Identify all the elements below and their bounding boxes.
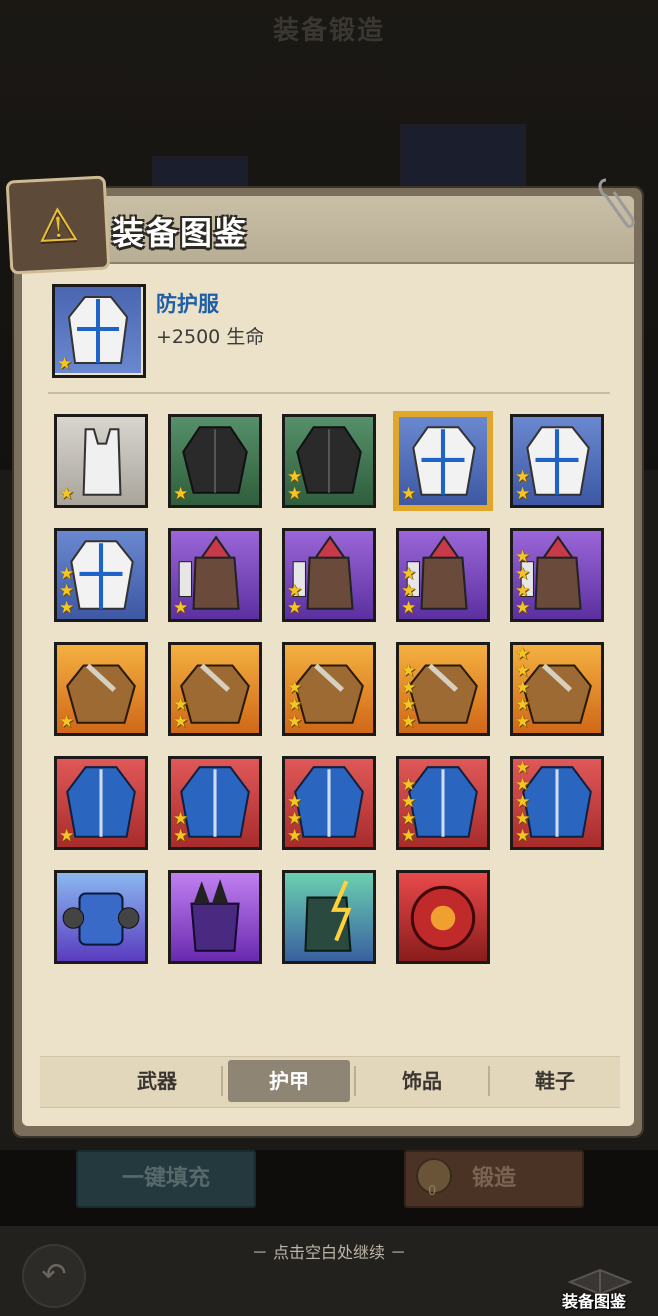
star-icon: ★ xyxy=(287,484,303,504)
star-rating: ★ ★ ★ xyxy=(287,794,302,845)
spiked-armor-icon xyxy=(190,879,240,952)
armor-item[interactable]: ★ xyxy=(168,528,262,622)
armor-item[interactable]: ★ ★ ★ xyxy=(54,528,148,622)
star-icon: ★ xyxy=(173,484,189,504)
armor-item[interactable]: ★ xyxy=(54,642,148,736)
armor-item[interactable]: ★ xyxy=(168,414,262,508)
back-arrow-icon[interactable]: ↶ xyxy=(22,1244,86,1308)
armor-item[interactable]: ★ ★ xyxy=(282,414,376,508)
tab-separator xyxy=(488,1066,490,1096)
tab-shoes[interactable]: 鞋子 xyxy=(494,1060,616,1102)
star-icon: ★ xyxy=(59,826,75,846)
star-rating: ★ ★ ★ ★ xyxy=(515,549,530,617)
star-rating: ★ xyxy=(57,356,72,373)
star-icon: ★ xyxy=(515,826,531,846)
armor-item[interactable]: ★ ★ ★ ★ xyxy=(396,756,490,850)
star-rating: ★ ★ xyxy=(173,811,188,845)
star-icon: ★ xyxy=(59,598,75,618)
star-icon: ★ xyxy=(287,598,303,618)
armor-item[interactable]: ★ ★ ★ xyxy=(282,642,376,736)
codex-title: 装备图鉴 xyxy=(112,214,249,252)
tab-armor[interactable]: 护甲 xyxy=(228,1060,350,1102)
star-icon: ★ xyxy=(59,712,75,732)
armor-item[interactable]: ★ xyxy=(54,756,148,850)
armor-item[interactable]: ★ ★ ★ xyxy=(282,756,376,850)
armor-item[interactable]: ★ xyxy=(54,414,148,508)
armor-item[interactable] xyxy=(282,870,376,964)
red-mech-armor-icon xyxy=(410,885,476,951)
armor-item[interactable]: ★ ★ xyxy=(510,414,604,508)
codex-label[interactable]: 装备图鉴 xyxy=(562,1288,626,1312)
triangle-emblem-icon: ⚠ xyxy=(5,175,111,275)
lightning-armor-icon xyxy=(304,880,352,952)
star-icon: ★ xyxy=(515,712,531,732)
paperclip-icon xyxy=(598,178,635,228)
star-rating: ★ xyxy=(401,486,416,503)
star-rating: ★ xyxy=(59,714,74,731)
armor-item[interactable] xyxy=(54,870,148,964)
star-rating: ★ ★ ★ ★ ★ xyxy=(515,646,530,731)
armor-item[interactable]: ★ ★ xyxy=(168,756,262,850)
star-rating: ★ ★ xyxy=(173,697,188,731)
divider xyxy=(48,392,610,394)
star-icon: ★ xyxy=(287,826,303,846)
tab-separator xyxy=(221,1066,223,1096)
star-icon: ★ xyxy=(401,712,417,732)
star-icon: ★ xyxy=(515,484,531,504)
tab-weapons[interactable]: 武器 xyxy=(96,1060,218,1102)
star-rating: ★ ★ xyxy=(515,469,530,503)
star-rating: ★ ★ ★ ★ ★ xyxy=(515,760,530,845)
star-rating: ★ ★ ★ xyxy=(401,566,416,617)
star-rating: ★ xyxy=(59,486,74,503)
selected-item-name: 防护服 xyxy=(156,292,219,316)
star-rating: ★ ★ xyxy=(287,469,302,503)
star-rating: ★ ★ ★ ★ xyxy=(401,777,416,845)
star-icon: ★ xyxy=(59,484,75,504)
mech-armor-icon xyxy=(62,892,140,946)
star-icon: ★ xyxy=(173,826,189,846)
armor-item[interactable] xyxy=(396,870,490,964)
selected-item-icon: ★ xyxy=(52,284,146,378)
star-icon: ★ xyxy=(173,598,189,618)
armor-item[interactable]: ★ ★ xyxy=(282,528,376,622)
star-icon: ★ xyxy=(57,354,73,374)
star-rating: ★ xyxy=(59,828,74,845)
star-icon: ★ xyxy=(401,484,417,504)
star-rating: ★ xyxy=(173,600,188,617)
armor-item[interactable]: ★ ★ ★ ★ ★ xyxy=(510,642,604,736)
selected-item-stat: +2500 生命 xyxy=(156,326,265,348)
tab-accessories[interactable]: 饰品 xyxy=(361,1060,483,1102)
star-rating: ★ ★ ★ xyxy=(59,566,74,617)
star-icon: ★ xyxy=(173,712,189,732)
star-icon: ★ xyxy=(401,598,417,618)
star-icon: ★ xyxy=(515,598,531,618)
star-rating: ★ ★ ★ ★ xyxy=(401,663,416,731)
armor-item[interactable]: ★ ★ ★ xyxy=(396,528,490,622)
star-rating: ★ ★ ★ xyxy=(287,680,302,731)
armor-item[interactable] xyxy=(168,870,262,964)
star-icon: ★ xyxy=(401,826,417,846)
tab-separator xyxy=(354,1066,356,1096)
armor-item[interactable]: ★ ★ ★ ★ ★ xyxy=(510,756,604,850)
forge-cost: 0 xyxy=(428,1184,437,1199)
star-rating: ★ ★ xyxy=(287,583,302,617)
star-icon: ★ xyxy=(287,712,303,732)
armor-item[interactable]: ★ ★ xyxy=(168,642,262,736)
star-rating: ★ xyxy=(173,486,188,503)
armor-item[interactable]: ★ ★ ★ ★ xyxy=(510,528,604,622)
auto-fill-button[interactable]: 一键填充 xyxy=(76,1150,256,1208)
armor-item[interactable]: ★ ★ ★ ★ xyxy=(396,642,490,736)
armor-item[interactable]: ★ xyxy=(396,414,490,508)
